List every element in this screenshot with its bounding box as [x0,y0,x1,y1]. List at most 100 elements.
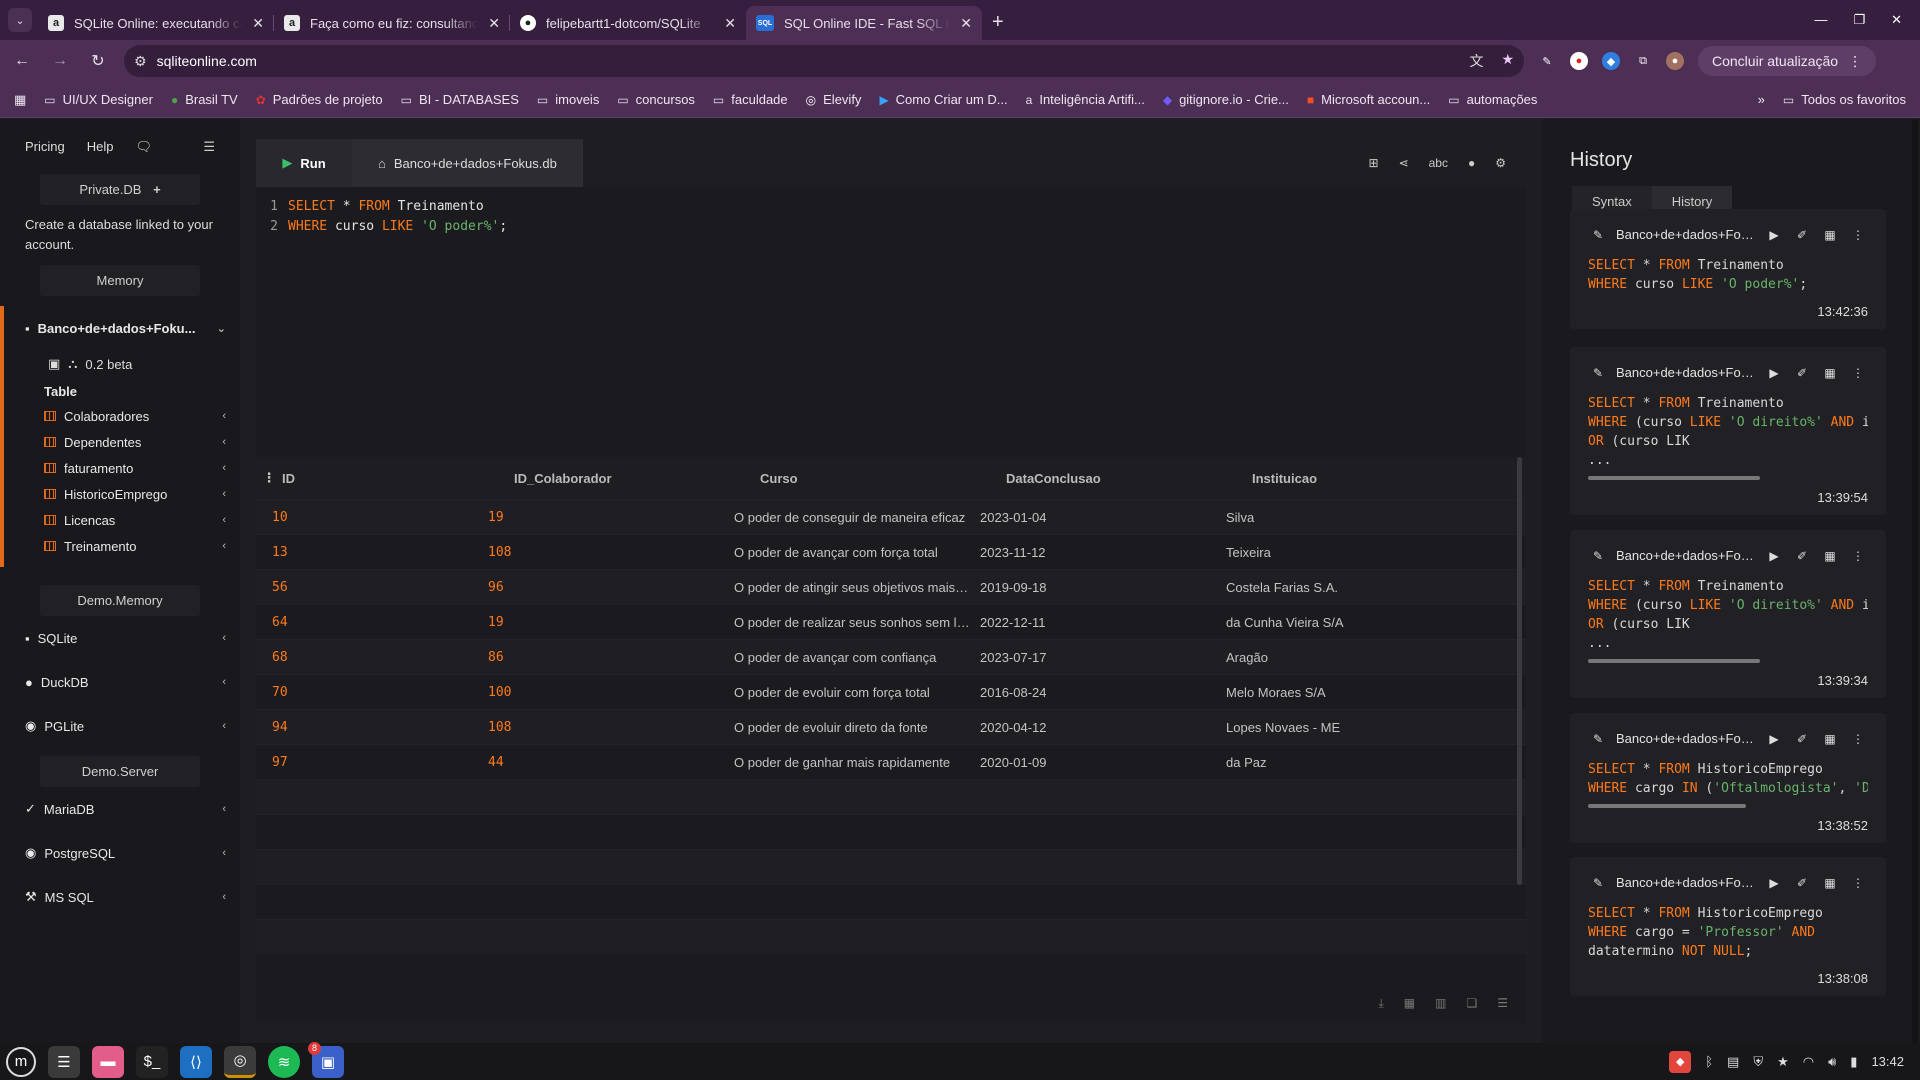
grid-icon[interactable]: ▦ [1820,732,1840,746]
volume-icon[interactable]: 🔊︎ [1828,1054,1836,1070]
all-favorites[interactable]: ▭ Todos os favoritos [1783,92,1906,107]
current-db-item[interactable]: ▪ Banco+de+dados+Foku... ⌄ [4,306,240,350]
col-header-instituicao[interactable]: Instituicao [1252,471,1498,486]
history-item[interactable]: ✎ Banco+de+dados+Foku... ▶ ✐ ▦ ⋮ SELECT * FRO… [1570,530,1886,698]
table-row[interactable]: 94 108 O poder de evoluir direto da font… [256,709,1526,744]
edit-icon[interactable]: ✐ [1792,876,1812,890]
url-field[interactable]: ⚙ sqliteonline.com 文 ★ [124,45,1524,77]
history-item[interactable]: ✎ Banco+de+dados+Foku... ▶ ✐ ▦ ⋮ SELECT * FRO… [1570,713,1886,843]
chrome-app-icon[interactable]: ◎ [224,1045,256,1078]
kebab-menu-icon[interactable]: ⋮ [1848,366,1868,380]
browser-tab[interactable]: a SQLite Online: executando consultas ✕ [38,6,274,40]
bluetooth-icon[interactable]: ᛒ [1705,1054,1713,1069]
pencil-icon[interactable]: ✎ [1588,549,1608,563]
table-view-icon[interactable]: ▦ [1404,996,1415,1010]
chevron-left-icon[interactable]: ‹ [222,488,226,500]
chevron-left-icon[interactable]: ‹ [222,891,226,903]
database-icon[interactable]: ☰ [203,139,215,155]
avatar[interactable]: ● [1666,52,1684,70]
chevron-left-icon[interactable]: ‹ [222,410,226,422]
table-row[interactable]: 68 86 O poder de avançar com confiança 2… [256,639,1526,674]
maximize-icon[interactable]: ❐ [1853,12,1865,28]
wifi-icon[interactable]: ◠ [1803,1054,1814,1070]
blue-extension-icon[interactable]: ◆ [1602,52,1620,70]
back-icon[interactable]: ← [10,52,34,70]
anydesk-icon[interactable]: ◆ [1669,1050,1692,1073]
bookmark-item[interactable]: a Inteligência Artifi... [1026,92,1145,107]
close-tab-icon[interactable]: ✕ [724,15,736,32]
bookmark-item[interactable]: ◎ Elevify [806,92,862,107]
kebab-menu-icon[interactable]: ⋮ [1848,228,1868,242]
chevron-left-icon[interactable]: ‹ [222,436,226,448]
vscode-app-icon[interactable]: ⟨⟩ [180,1045,212,1078]
table-item-licencas[interactable]: Licencas ‹ [4,507,240,533]
grid-icon[interactable]: ▦ [1820,549,1840,563]
kebab-menu-icon[interactable]: ⋮ [1848,876,1868,890]
history-scrollbar[interactable] [1588,476,1760,480]
chevron-left-icon[interactable]: ‹ [222,462,226,474]
star-icon[interactable]: ★ [1777,1054,1789,1070]
play-icon[interactable]: ▶ [1764,549,1784,563]
browser-tab[interactable]: a Faça como eu fiz: consultando ✕ [274,6,510,40]
edit-icon[interactable]: ✐ [1792,732,1812,746]
edit-icon[interactable]: ✐ [1792,366,1812,380]
record-extension-icon[interactable]: ● [1570,52,1588,70]
close-tab-icon[interactable]: ✕ [488,15,500,32]
db-item-mssql[interactable]: ⚒ MS SQL ‹ [0,875,240,919]
chart-icon[interactable]: ▥ [1435,996,1446,1010]
table-item-faturamento[interactable]: faturamento ‹ [4,455,240,481]
table-item-dependentes[interactable]: Dependentes ‹ [4,429,240,455]
clock[interactable]: 13:42 [1871,1054,1904,1069]
list-icon[interactable]: ☰ [1497,996,1508,1010]
play-icon[interactable]: ▶ [1764,876,1784,890]
kebab-menu-icon[interactable]: ⋮ [1848,732,1868,746]
close-tab-icon[interactable]: ✕ [960,15,972,32]
extensions-puzzle-icon[interactable]: ⧉ [1634,52,1652,70]
col-header-id-colaborador[interactable]: ID_Colaborador [514,471,760,486]
play-icon[interactable]: ▶ [1764,366,1784,380]
bookmark-item[interactable]: ▭ concursos [617,92,695,107]
browser-tab-active[interactable]: SQL SQL Online IDE - Fast SQL Editor ✕ [746,6,982,40]
shield-icon[interactable]: ⛨ [1753,1054,1763,1070]
db-item-postgresql[interactable]: ◉ PostgreSQL ‹ [0,831,240,875]
grid-icon[interactable]: ▦ [1820,876,1840,890]
history-scrollbar[interactable] [1588,804,1746,808]
battery-icon[interactable]: ▮ [1850,1054,1857,1070]
files-app-icon[interactable]: ▬ [92,1045,124,1078]
chevron-left-icon[interactable]: ‹ [222,676,226,688]
user-icon[interactable]: ● [1468,156,1475,170]
db-item-duckdb[interactable]: ● DuckDB ‹ [0,660,240,704]
browser-tab[interactable]: ● felipebartt1-dotcom/SQLite ✕ [510,6,746,40]
grid-icon[interactable]: ▦ [1820,366,1840,380]
spotify-app-icon[interactable]: ≋ [268,1045,300,1078]
pencil-icon[interactable]: ✎ [1588,732,1608,746]
run-button[interactable]: ▶ Run [256,139,352,187]
copy-icon[interactable]: ❏ [1466,996,1477,1010]
pencil-icon[interactable]: ✎ [1588,228,1608,242]
file-tab[interactable]: ⌂ Banco+de+dados+Fokus.db [352,139,583,187]
table-row[interactable]: 70 100 O poder de evoluir com força tota… [256,674,1526,709]
site-settings-icon[interactable]: ⚙ [134,53,147,70]
chevron-down-icon[interactable]: ⌄ [217,322,226,335]
clipboard-icon[interactable]: ▤ [1727,1054,1739,1070]
results-scrollbar[interactable] [1517,457,1522,885]
save-icon[interactable]: ▣ [48,356,60,372]
history-item[interactable]: ✎ Banco+de+dados+Foku... ▶ ✐ ▦ ⋮ SELECT * FRO… [1570,347,1886,515]
bookmark-item[interactable]: ▭ imoveis [537,92,599,107]
bookmark-item[interactable]: ● Brasil TV [171,92,238,107]
translate-icon[interactable]: 文 [1469,51,1483,71]
edit-icon[interactable]: ✐ [1792,549,1812,563]
apps-grid-icon[interactable]: ▦ [14,92,26,108]
close-tab-icon[interactable]: ✕ [252,15,264,32]
bookmark-item[interactable]: ◆ gitignore.io - Crie... [1163,92,1289,107]
more-bookmarks-icon[interactable]: » [1758,92,1765,107]
bookmark-item[interactable]: ■ Microsoft accoun... [1307,92,1430,107]
bookmark-item[interactable]: ▶ Como Criar um D... [879,92,1007,107]
col-header-id[interactable]: ID [282,471,514,486]
close-window-icon[interactable]: ✕ [1891,12,1902,28]
db-item-mariadb[interactable]: ✓ MariaDB ‹ [0,787,240,831]
chevron-left-icon[interactable]: ‹ [222,803,226,815]
col-header-dataconclusao[interactable]: DataConclusao [1006,471,1252,486]
chevron-left-icon[interactable]: ‹ [222,847,226,859]
share-icon[interactable]: ⋖ [1399,156,1409,170]
